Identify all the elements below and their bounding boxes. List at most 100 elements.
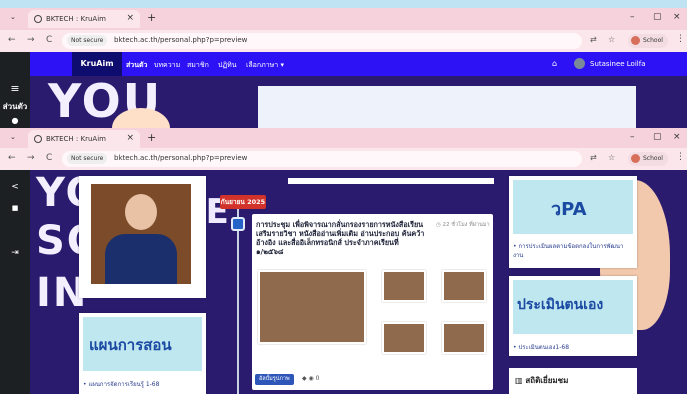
reload-icon[interactable]: C: [46, 35, 52, 45]
browser-tab[interactable]: BKTECH : KruAim ×: [28, 10, 140, 28]
nav-item-personal[interactable]: ส่วนตัว: [126, 60, 147, 71]
brand-label: KruAim: [80, 59, 114, 68]
post-album-tag[interactable]: อัลบั้มรูปภาพ: [255, 374, 294, 385]
front-translate-icon[interactable]: ⇄: [590, 153, 597, 162]
home-icon[interactable]: ⌂: [552, 59, 557, 68]
nav-item-calendar[interactable]: ปฏิทิน: [218, 60, 237, 71]
lesson-plan-banner-text: แผนการสอน: [89, 336, 172, 354]
timeline-date-badge: กันยายน 2025: [220, 195, 266, 209]
hamburger-icon[interactable]: ≡: [0, 82, 30, 95]
post-photo-3[interactable]: [442, 270, 486, 302]
front-menu-kebab-icon[interactable]: ⋮: [676, 152, 685, 162]
timeline-line: [237, 209, 239, 394]
front-reload-icon[interactable]: C: [46, 153, 52, 163]
front-address-bar: ← → C Not secure bktech.ac.th/personal.p…: [0, 148, 687, 170]
not-secure-badge[interactable]: Not secure: [67, 35, 108, 46]
profile-photo: [91, 184, 191, 284]
post-photo-4[interactable]: [382, 322, 426, 354]
profile-label: School: [643, 37, 663, 44]
stats-chart-icon: ▥: [515, 376, 523, 385]
front-omnibox[interactable]: Not secure bktech.ac.th/personal.php?p=p…: [62, 151, 582, 167]
post-photo-2[interactable]: [382, 270, 426, 302]
maximize-button[interactable]: ▢: [653, 12, 662, 22]
post-stats: ◆ ◉ 0: [302, 375, 320, 382]
post-card: การประชุม เพื่อพิจารณากลั่นกรองรายการหนั…: [252, 214, 493, 390]
logout-icon[interactable]: ⇥: [0, 248, 30, 258]
front-minimize-button[interactable]: –: [630, 132, 635, 142]
pa-link[interactable]: • การประเมินผลตามข้อตกลงในการพัฒนางาน: [513, 242, 631, 260]
tab-close-icon[interactable]: ×: [126, 13, 134, 23]
front-tab-bar: ⌄ BKTECH : KruAim × + – ▢ ×: [0, 128, 687, 150]
post-photo-main[interactable]: [258, 270, 366, 344]
back-icon[interactable]: ←: [8, 35, 16, 45]
front-profile-button[interactable]: School: [628, 152, 668, 166]
tab-list-button[interactable]: ⌄: [10, 13, 16, 21]
post-title[interactable]: การประชุม เพื่อพิจารณากลั่นกรองรายการหนั…: [256, 220, 428, 256]
profile-avatar-icon: [631, 36, 640, 45]
self-assessment-banner-text: ประเมินตนเอง: [517, 297, 604, 313]
post-date: ◷ 22 ชั่วโมง ที่ผ่านมา: [436, 222, 490, 228]
brand-logo[interactable]: KruAim: [72, 52, 122, 76]
nav-item-members[interactable]: สมาชิก: [187, 60, 209, 71]
self-assessment-card[interactable]: ประเมินตนเอง • ประเมินตนเอง1-68: [509, 276, 637, 356]
pa-banner-text: วPA: [551, 199, 587, 220]
user-name[interactable]: Sutasinee Loilfa: [590, 60, 645, 68]
visitor-stats-title: ▥ สถิติเยี่ยมชม: [515, 374, 568, 387]
front-profile-avatar-icon: [631, 154, 640, 163]
lesson-plan-banner[interactable]: แผนการสอน: [83, 317, 202, 371]
hero-white-panel: [258, 86, 636, 128]
url-text[interactable]: bktech.ac.th/personal.php?p=preview: [114, 36, 247, 44]
share-icon[interactable]: <: [0, 182, 30, 192]
translate-icon[interactable]: ⇄: [590, 35, 597, 44]
back-sidebar: ≡ ส่วนตัว ●: [0, 52, 30, 128]
front-new-tab-button[interactable]: +: [147, 131, 156, 144]
nav-item-articles[interactable]: บทความ: [154, 60, 180, 71]
back-address-bar: ← → C Not secure bktech.ac.th/personal.p…: [0, 30, 687, 52]
profile-button[interactable]: School: [628, 34, 668, 48]
nav-item-language[interactable]: เลือกภาษา ▾: [246, 60, 284, 71]
front-url-text[interactable]: bktech.ac.th/personal.php?p=preview: [114, 154, 247, 162]
back-page: ≡ ส่วนตัว ● KruAim ส่วนตัว บทความ สมาชิก…: [0, 52, 687, 128]
front-tab-close-icon[interactable]: ×: [126, 133, 134, 143]
front-forward-icon[interactable]: →: [27, 153, 35, 163]
omnibox[interactable]: Not secure bktech.ac.th/personal.php?p=p…: [62, 33, 582, 49]
top-white-strip: [288, 178, 494, 184]
sidebar-dot-icon: ●: [11, 116, 19, 125]
self-assessment-link[interactable]: • ประเมินตนเอง1-68: [513, 342, 569, 352]
lesson-plan-card[interactable]: แผนการสอน • แผนการจัดการเรียนรู้ 1-68: [79, 313, 206, 394]
front-bookmark-star-icon[interactable]: ☆: [608, 153, 615, 162]
front-not-secure-badge[interactable]: Not secure: [67, 153, 108, 164]
menu-kebab-icon[interactable]: ⋮: [676, 34, 685, 44]
front-profile-label: School: [643, 155, 663, 162]
front-back-icon[interactable]: ←: [8, 153, 16, 163]
profile-card: [79, 176, 206, 298]
lock-icon[interactable]: ■: [0, 204, 30, 212]
minimize-button[interactable]: –: [630, 12, 635, 22]
timeline-image-icon: [231, 217, 245, 231]
site-favicon-icon: [34, 15, 42, 23]
front-browser-tab[interactable]: BKTECH : KruAim ×: [28, 130, 140, 148]
lesson-plan-link[interactable]: • แผนการจัดการเรียนรู้ 1-68: [83, 379, 159, 389]
pa-banner[interactable]: วPA: [513, 180, 633, 234]
sidebar-title: ส่วนตัว: [2, 102, 28, 111]
front-tab-title: BKTECH : KruAim: [46, 135, 106, 143]
back-tab-bar: ⌄ BKTECH : KruAim × + – ▢ ×: [0, 8, 687, 30]
post-photo-5[interactable]: [442, 322, 486, 354]
user-avatar[interactable]: [574, 58, 585, 69]
forward-icon[interactable]: →: [27, 35, 35, 45]
visitor-stats-box: ▥ สถิติเยี่ยมชม: [509, 368, 637, 394]
new-tab-button[interactable]: +: [147, 11, 156, 24]
close-window-button[interactable]: ×: [673, 12, 681, 22]
front-maximize-button[interactable]: ▢: [653, 132, 662, 142]
front-close-window-button[interactable]: ×: [673, 132, 681, 142]
self-assessment-banner[interactable]: ประเมินตนเอง: [513, 280, 633, 334]
front-tab-list-button[interactable]: ⌄: [10, 133, 16, 141]
screenshot: ⌄ BKTECH : KruAim × + – ▢ × ← → C Not se…: [0, 0, 687, 394]
front-site-favicon-icon: [34, 135, 42, 143]
top-navbar: KruAim ส่วนตัว บทความ สมาชิก ปฏิทิน เลือ…: [30, 52, 687, 76]
front-sidebar: < ■ ⇥: [0, 170, 30, 394]
stats-title-text: สถิติเยี่ยมชม: [525, 376, 569, 385]
pa-card[interactable]: วPA • การประเมินผลตามข้อตกลงในการพัฒนางา…: [509, 176, 637, 268]
tab-title: BKTECH : KruAim: [46, 15, 106, 23]
bookmark-star-icon[interactable]: ☆: [608, 35, 615, 44]
